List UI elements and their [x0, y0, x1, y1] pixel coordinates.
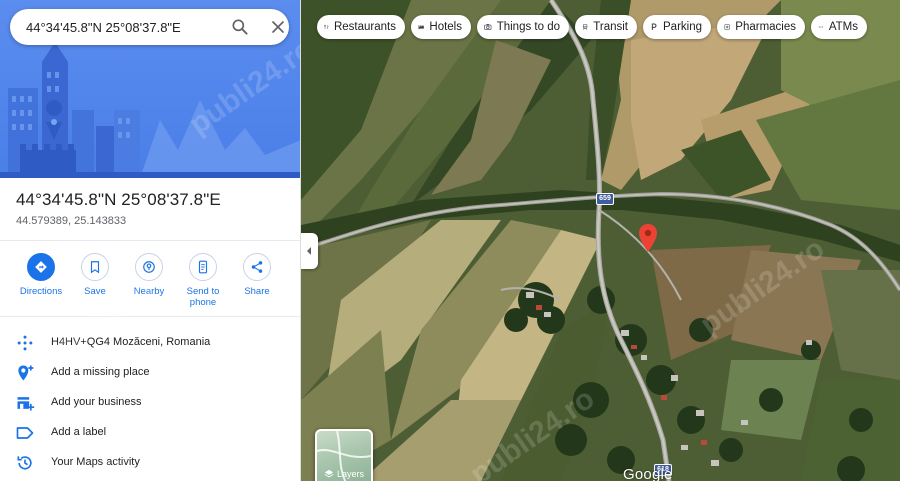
chip-label: Transit [593, 21, 628, 33]
plus-code-icon [17, 335, 33, 351]
chip-pharmacies[interactable]: Pharmacies [717, 15, 805, 39]
chip-label: ATMs [828, 21, 858, 33]
save-button[interactable]: Save [67, 253, 123, 297]
transit-icon [583, 24, 588, 30]
layers-button[interactable]: Layers [315, 429, 373, 481]
place-title: 44°34'45.8"N 25°08'37.8"E [16, 190, 221, 209]
label-icon [16, 427, 34, 439]
maps-activity-text: Your Maps activity [51, 456, 140, 468]
road-number-label: 659 [596, 193, 614, 205]
directions-icon [35, 261, 47, 273]
chip-hotels[interactable]: Hotels [411, 15, 471, 39]
divider [0, 316, 300, 317]
directions-label: Directions [19, 286, 63, 297]
list-item-maps-activity[interactable]: Your Maps activity [0, 448, 300, 478]
chevron-left-icon [307, 247, 311, 255]
save-label: Save [84, 286, 106, 297]
history-icon [17, 456, 32, 470]
side-panel: publi24.ro 44°34'45.8"N 25°08'37.8"E 44.… [0, 0, 301, 481]
directions-button[interactable]: Directions [13, 253, 69, 297]
chip-restaurants[interactable]: Restaurants [317, 15, 405, 39]
search-box[interactable] [10, 9, 289, 45]
google-logo: Google [623, 466, 673, 481]
more-icon [818, 26, 824, 28]
chip-parking[interactable]: Parking [643, 15, 711, 39]
list-item-add-business[interactable]: Add your business [0, 388, 300, 418]
satellite-map[interactable]: publi24.ro publi24.ro 659 618 Restaurant… [301, 0, 900, 481]
nearby-label: Nearby [133, 286, 165, 297]
chip-label: Parking [663, 21, 702, 33]
search-icon[interactable] [230, 17, 250, 37]
business-icon [17, 397, 35, 411]
satellite-imagery [301, 0, 900, 481]
place-coordinates: 44.579389, 25.143833 [16, 215, 127, 227]
plus-code-text: H4HV+QG4 Mozăceni, Romania [51, 336, 211, 348]
restaurant-icon [324, 24, 329, 30]
nearby-button[interactable]: Nearby [121, 253, 177, 297]
phone-icon [198, 260, 208, 274]
nearby-icon [143, 261, 155, 273]
search-input[interactable] [26, 17, 216, 37]
chip-label: Pharmacies [735, 21, 796, 33]
share-icon [251, 261, 263, 273]
chip-things-to-do[interactable]: Things to do [477, 15, 569, 39]
list-item-add-label[interactable]: Add a label [0, 418, 300, 448]
chip-label: Hotels [429, 21, 462, 33]
chip-label: Restaurants [333, 21, 396, 33]
add-place-icon [18, 365, 34, 381]
share-button[interactable]: Share [229, 253, 285, 297]
layers-label: Layers [336, 469, 364, 479]
add-business-text: Add your business [51, 396, 142, 408]
add-label-text: Add a label [51, 426, 107, 438]
chip-transit[interactable]: Transit [575, 15, 637, 39]
parking-icon [651, 23, 657, 30]
list-item-add-missing-place[interactable]: Add a missing place [0, 358, 300, 388]
collapse-panel-button[interactable] [301, 233, 318, 269]
list-item-plus-code[interactable]: H4HV+QG4 Mozăceni, Romania [0, 328, 300, 358]
send-to-phone-button[interactable]: Send to phone [175, 253, 231, 308]
pharmacy-icon [724, 24, 730, 30]
chip-label: Things to do [496, 21, 560, 33]
share-label: Share [244, 286, 270, 297]
close-icon[interactable] [268, 17, 288, 37]
divider [0, 240, 300, 241]
add-missing-place-text: Add a missing place [51, 366, 150, 378]
layers-icon [324, 469, 334, 478]
location-pin-icon[interactable] [638, 224, 658, 252]
bookmark-icon [90, 261, 100, 274]
hotel-icon [418, 25, 424, 30]
send-to-phone-label: Send to phone [186, 286, 220, 308]
camera-icon [484, 24, 492, 30]
chip-atms[interactable]: ATMs [811, 15, 867, 39]
